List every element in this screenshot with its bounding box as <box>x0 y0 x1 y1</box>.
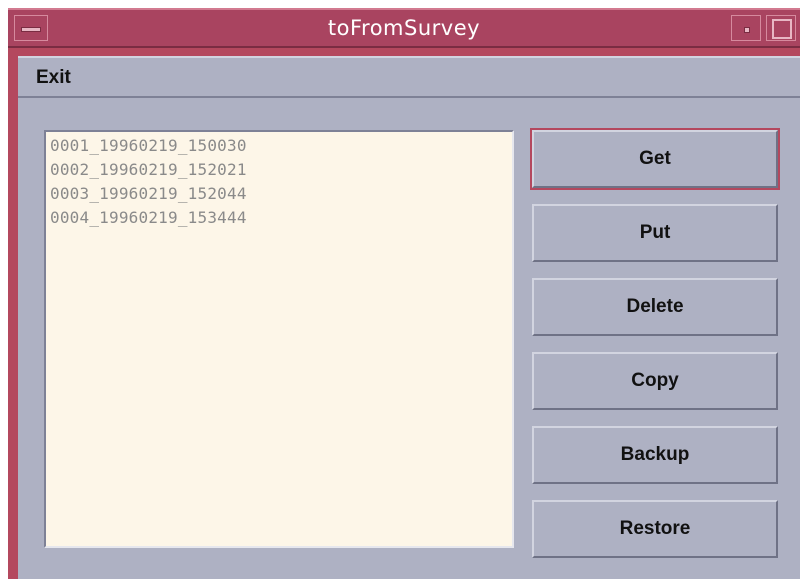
list-item[interactable]: 0002_19960219_152021 <box>50 160 247 179</box>
maximize-button[interactable] <box>766 15 796 41</box>
copy-button[interactable]: Copy <box>532 352 778 410</box>
minimize-icon <box>744 27 750 33</box>
file-list[interactable]: 0001_19960219_150030 0002_19960219_15202… <box>44 130 514 548</box>
menu-exit[interactable]: Exit <box>36 67 71 89</box>
window-title: toFromSurvey <box>327 16 481 40</box>
list-item[interactable]: 0001_19960219_150030 <box>50 136 247 155</box>
list-item[interactable]: 0004_19960219_153444 <box>50 208 247 227</box>
maximize-icon <box>772 19 792 39</box>
menu-bar: Exit <box>18 56 800 98</box>
list-item[interactable]: 0003_19960219_152044 <box>50 184 247 203</box>
app-window: toFromSurvey Exit 0001_19960219_150030 0… <box>8 8 800 579</box>
client-area: Exit 0001_19960219_150030 0002_19960219_… <box>18 56 800 579</box>
restore-button[interactable]: Restore <box>532 500 778 558</box>
put-button[interactable]: Put <box>532 204 778 262</box>
title-bar[interactable]: toFromSurvey <box>8 8 800 48</box>
minimize-button[interactable] <box>731 15 761 41</box>
get-button[interactable]: Get <box>530 128 780 190</box>
backup-button[interactable]: Backup <box>532 426 778 484</box>
delete-button[interactable]: Delete <box>532 278 778 336</box>
